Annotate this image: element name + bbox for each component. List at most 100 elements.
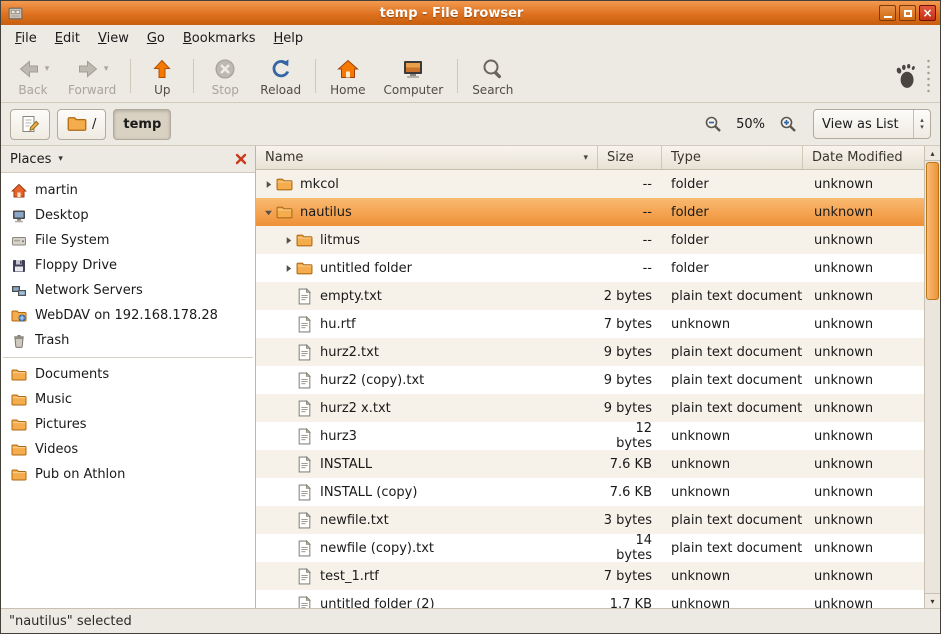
- sidebar-item-pictures[interactable]: Pictures: [1, 412, 255, 437]
- column-header-label: Name: [265, 150, 303, 165]
- toolbar-right: [893, 54, 934, 98]
- column-header-date-modified[interactable]: Date Modified: [803, 146, 924, 169]
- file-row-hurz3[interactable]: hurz312 bytesunknownunknown: [256, 422, 924, 450]
- computer-button[interactable]: Computer: [375, 54, 453, 98]
- name-cell: newfile (copy).txt: [256, 540, 598, 557]
- titlebar[interactable]: temp - File Browser ×: [1, 1, 940, 25]
- expander-closed-icon[interactable]: [260, 180, 276, 189]
- column-header-size[interactable]: Size: [598, 146, 662, 169]
- file-name: INSTALL: [320, 457, 372, 472]
- expander-closed-icon[interactable]: [280, 236, 296, 245]
- sidebar-item-martin[interactable]: martin: [1, 178, 255, 203]
- stop-button: Stop: [199, 54, 251, 98]
- menu-edit[interactable]: Edit: [46, 27, 89, 50]
- size-cell: 3 bytes: [598, 513, 662, 528]
- file-row-install[interactable]: INSTALL7.6 KBunknownunknown: [256, 450, 924, 478]
- file-row-hu-rtf[interactable]: hu.rtf7 bytesunknownunknown: [256, 310, 924, 338]
- sidebar-item-floppy-drive[interactable]: Floppy Drive: [1, 253, 255, 278]
- file-row-litmus[interactable]: litmus--folderunknown: [256, 226, 924, 254]
- home-button[interactable]: Home: [321, 54, 374, 98]
- file-row-newfile-txt[interactable]: newfile.txt3 bytesplain text documentunk…: [256, 506, 924, 534]
- sidebar-item-desktop[interactable]: Desktop: [1, 203, 255, 228]
- sidebar-item-label: Floppy Drive: [35, 258, 117, 273]
- places-sidebar: Places ▾ martin DesktopFile System Floppy …: [1, 146, 256, 608]
- sidebar-item-videos[interactable]: Videos: [1, 437, 255, 462]
- sidebar-item-music[interactable]: Music: [1, 387, 255, 412]
- date-modified-cell: unknown: [803, 373, 924, 388]
- file-name: hurz2 (copy).txt: [320, 373, 424, 388]
- file-row-hurz2-copy-txt[interactable]: hurz2 (copy).txt9 bytesplain text docume…: [256, 366, 924, 394]
- text-file-icon: [296, 540, 313, 557]
- expander-closed-icon[interactable]: [280, 264, 296, 273]
- path-button-current[interactable]: temp: [113, 109, 171, 140]
- search-button[interactable]: Search: [463, 54, 522, 98]
- edit-location-icon: [20, 114, 40, 134]
- sidebar-item-label: Pictures: [35, 417, 86, 432]
- date-modified-cell: unknown: [803, 569, 924, 584]
- file-row-nautilus[interactable]: nautilus--folderunknown: [256, 198, 924, 226]
- maximize-button[interactable]: [899, 5, 916, 21]
- toolbar-button-label: Up: [154, 83, 170, 97]
- file-row-newfile-copy-txt[interactable]: newfile (copy).txt14 bytesplain text doc…: [256, 534, 924, 562]
- menu-file[interactable]: File: [6, 27, 46, 50]
- scroll-up-button[interactable]: ▴: [925, 146, 940, 161]
- file-row-untitled-folder-2[interactable]: untitled folder (2)1.7 KBunknownunknown: [256, 590, 924, 608]
- text-file-icon: [296, 400, 313, 417]
- folder-icon: [11, 467, 27, 483]
- sidebar-item-documents[interactable]: Documents: [1, 362, 255, 387]
- minimize-button[interactable]: [879, 5, 896, 21]
- file-row-install-copy[interactable]: INSTALL (copy)7.6 KBunknownunknown: [256, 478, 924, 506]
- sidebar-item-label: Documents: [35, 367, 109, 382]
- main-area: Places ▾ martin DesktopFile System Floppy …: [1, 146, 940, 608]
- type-cell: folder: [662, 177, 803, 192]
- sidebar-item-pub-on-athlon[interactable]: Pub on Athlon: [1, 462, 255, 487]
- menu-help[interactable]: Help: [265, 27, 313, 50]
- places-selector-button[interactable]: Places ▾: [10, 152, 63, 167]
- file-row-test-1-rtf[interactable]: test_1.rtf7 bytesunknownunknown: [256, 562, 924, 590]
- sidebar-header: Places ▾: [1, 146, 255, 173]
- menu-bookmarks[interactable]: Bookmarks: [174, 27, 265, 50]
- sort-indicator-icon: ▾: [583, 153, 588, 163]
- column-header-label: Date Modified: [812, 150, 903, 165]
- close-button[interactable]: ×: [919, 5, 936, 21]
- sidebar-item-webdav-on-192-168-178-28[interactable]: WebDAV on 192.168.178.28: [1, 303, 255, 328]
- file-row-empty-txt[interactable]: empty.txt2 bytesplain text documentunkno…: [256, 282, 924, 310]
- reload-button[interactable]: Reload: [251, 54, 310, 98]
- type-cell: plain text document: [662, 541, 803, 556]
- scrollbar-thumb[interactable]: [926, 162, 939, 300]
- file-row-hurz2-txt[interactable]: hurz2.txt9 bytesplain text documentunkno…: [256, 338, 924, 366]
- sidebar-item-file-system[interactable]: File System: [1, 228, 255, 253]
- menu-view[interactable]: View: [89, 27, 138, 50]
- size-cell: 2 bytes: [598, 289, 662, 304]
- file-name: newfile.txt: [320, 513, 389, 528]
- computer-toolbar-icon: [401, 57, 425, 81]
- column-header-name[interactable]: Name ▾: [256, 146, 598, 169]
- scrollbar-trough[interactable]: [925, 301, 940, 593]
- menu-go[interactable]: Go: [138, 27, 174, 50]
- column-header-type[interactable]: Type: [662, 146, 803, 169]
- path-button-root[interactable]: /: [57, 109, 106, 140]
- window-icon: [7, 5, 24, 22]
- sidebar-item-label: martin: [35, 183, 78, 198]
- sidebar-item-network-servers[interactable]: Network Servers: [1, 278, 255, 303]
- sidebar-item-trash[interactable]: Trash: [1, 328, 255, 353]
- file-rows: mkcol--folderunknownnautilus--folderunkn…: [256, 170, 924, 608]
- sidebar-item-label: Pub on Athlon: [35, 467, 125, 482]
- sidebar-close-button[interactable]: [232, 150, 250, 168]
- toggle-location-entry-button[interactable]: [10, 109, 50, 140]
- up-button[interactable]: Up: [136, 54, 188, 98]
- path-root-label: /: [92, 117, 96, 132]
- file-name: hurz3: [320, 429, 357, 444]
- size-cell: --: [598, 205, 662, 220]
- zoom-in-button[interactable]: [778, 114, 798, 134]
- scroll-down-button[interactable]: ▾: [925, 593, 940, 608]
- file-row-hurz2-x-txt[interactable]: hurz2 x.txt9 bytesplain text documentunk…: [256, 394, 924, 422]
- file-row-mkcol[interactable]: mkcol--folderunknown: [256, 170, 924, 198]
- vertical-scrollbar[interactable]: ▴ ▾: [924, 146, 940, 608]
- expander-open-icon[interactable]: [260, 208, 276, 217]
- view-mode-dropdown[interactable]: View as List ▴▾: [813, 109, 931, 139]
- pane-grip-handle[interactable]: [925, 58, 932, 94]
- webdav-icon: [11, 308, 27, 324]
- zoom-out-button[interactable]: [703, 114, 723, 134]
- file-row-untitled-folder[interactable]: untitled folder--folderunknown: [256, 254, 924, 282]
